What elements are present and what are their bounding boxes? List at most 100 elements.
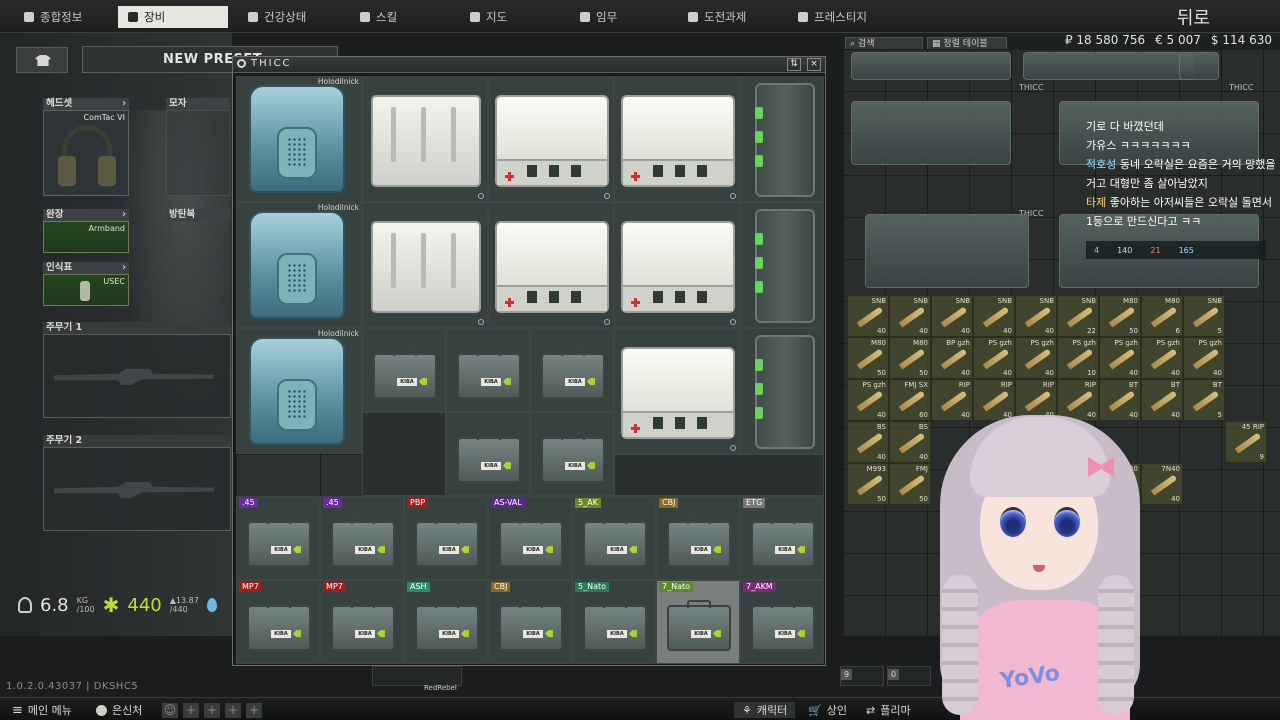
search-icon[interactable] [237,59,246,68]
tall-case-item[interactable] [740,76,824,202]
main-menu-button[interactable]: ≡ 메인 메뉴 [12,702,72,718]
ammo-crate-item[interactable] [362,76,488,202]
primary-weapon-slot[interactable] [43,334,231,418]
ammo-stack[interactable]: M80 50 [847,337,889,379]
ammo-stack[interactable]: M80 6 [1141,295,1183,337]
tab-health[interactable]: 건강상태 [238,6,316,28]
ammo-box-item[interactable]: MP7 KIBA [320,580,404,664]
ammo-stack[interactable]: SNB 5 [1183,295,1225,337]
dogtag-slot[interactable]: USEC [43,274,129,306]
empty-slot[interactable] [362,412,446,496]
container-grid[interactable]: Holodilnick Holodilnick Holodilnick KIBA KIB… [236,76,824,664]
empty-slot[interactable] [614,454,824,496]
tab-gear[interactable]: 장비 [118,6,228,28]
hideout-button[interactable]: 은신처 [96,702,142,718]
ammo-stack[interactable]: PS gzh 40 [847,379,889,421]
quick-slot-9[interactable]: 9 [840,666,884,686]
stash-crate[interactable] [865,214,1029,288]
preset-icon[interactable]: ☺ [162,702,178,718]
ammo-box-item[interactable]: KIBA [446,412,530,496]
ammo-crate-item[interactable] [362,202,488,328]
stash-crate[interactable] [1023,52,1193,80]
weight-value: 6.8 [40,594,69,616]
ammo-box-item[interactable]: 7_AKM KIBA [740,580,824,664]
medical-case-item[interactable] [614,202,740,328]
medical-case-item[interactable] [614,76,740,202]
ammo-stack[interactable]: M80 50 [889,337,931,379]
ammo-box-item[interactable]: KIBA [530,412,614,496]
ammo-box-item[interactable]: AS-VAL KIBA [488,496,572,580]
ammo-stack[interactable]: M993 50 [847,463,889,505]
medical-case-item[interactable] [614,328,740,454]
ammo-box-item[interactable]: KIBA [446,328,530,412]
ammo-stack[interactable]: PS gzh 40 [1183,337,1225,379]
back-label[interactable]: 뒤로 [1177,4,1210,30]
ammo-stack[interactable]: SNB 40 [1015,295,1057,337]
secondary-weapon-slot[interactable] [43,447,231,531]
headset-slot-label: 헤드셋 › [43,98,129,110]
ammo-stack[interactable]: BS 40 [847,421,889,463]
stash-crate[interactable] [851,52,1011,80]
medical-case-item[interactable] [488,202,614,328]
character-button[interactable]: ⚘ 캐릭터 [734,702,796,718]
tab-skills[interactable]: 스킬 [350,6,407,28]
ammo-box-item[interactable]: KIBA [530,328,614,412]
ammo-box-item[interactable]: ETG KIBA [740,496,824,580]
stash-crate[interactable] [851,101,1011,165]
tab-achievements[interactable]: 도전과제 [678,6,756,28]
ammo-box-item[interactable]: 7_Nato KIBA [656,580,740,664]
close-icon[interactable]: × [807,58,821,71]
traders-button[interactable]: 🛒 상인 [808,702,847,718]
armband-slot[interactable]: Armband [43,221,129,253]
tab-map[interactable]: 지도 [460,6,517,28]
ammo-box-item[interactable]: ASH KIBA [404,580,488,664]
holodilnick-item[interactable]: Holodilnick [236,76,362,202]
holodilnick-item[interactable]: Holodilnick [236,202,362,328]
ammo-stack[interactable]: M80 50 [1099,295,1141,337]
ammo-box-item[interactable]: CBJ KIBA [488,580,572,664]
ammo-stack[interactable]: BP gzh 40 [931,337,973,379]
ammo-stack[interactable]: 45 RIP 9 [1225,421,1267,463]
ammo-box-item[interactable]: .45 KIBA [320,496,404,580]
tall-case-item[interactable] [740,202,824,328]
container-titlebar[interactable]: THICC ⇅ × [233,57,825,73]
quick-slot[interactable] [372,666,462,686]
tall-case-item[interactable] [740,328,824,454]
flea-market-button[interactable]: ⇄ 플리마 [866,702,911,718]
tab-tasks[interactable]: 임무 [570,6,627,28]
holodilnick-item[interactable]: Holodilnick [236,328,362,454]
character-stats: 6.8 KG /100 ✱ 440 ▲13.87 /440 [18,590,217,620]
ammo-count: 40 [1003,369,1012,377]
add-preset-button[interactable]: + [183,702,199,718]
ammo-box-item[interactable]: 5_Nato KIBA [572,580,656,664]
ammo-stack[interactable]: SNB 22 [1057,295,1099,337]
medical-case-item[interactable] [488,76,614,202]
ammo-box-item[interactable]: PBP KIBA [404,496,488,580]
ammo-box-item[interactable]: KIBA [362,328,446,412]
ammo-stack[interactable]: PS gzh 40 [1015,337,1057,379]
sort-icon[interactable]: ⇅ [787,58,801,71]
ammo-box-item[interactable]: MP7 KIBA [236,580,320,664]
ammo-box-item[interactable]: CBJ KIBA [656,496,740,580]
tab-overview[interactable]: 종합정보 [14,6,92,28]
ammo-stack[interactable]: SNB 40 [889,295,931,337]
ammo-stack[interactable]: SNB 40 [847,295,889,337]
add-preset-button[interactable]: + [204,702,220,718]
ammo-stack[interactable]: PS gzh 40 [973,337,1015,379]
ammo-box-tag: AS-VAL [491,498,525,508]
helmet-slot[interactable] [166,110,230,196]
ammo-stack[interactable]: PS gzh 40 [1099,337,1141,379]
add-preset-button[interactable]: + [246,702,262,718]
ammo-stack[interactable]: PS gzh 10 [1057,337,1099,379]
add-preset-button[interactable]: + [225,702,241,718]
ammo-stack[interactable]: SNB 40 [973,295,1015,337]
ammo-box-item[interactable]: 5_AK KIBA [572,496,656,580]
ammo-stack[interactable]: SNB 40 [931,295,973,337]
tab-prestige[interactable]: 프레스티지 [788,6,877,28]
headset-slot[interactable]: ComTac VI [43,110,129,196]
ammo-stack[interactable]: PS gzh 40 [1141,337,1183,379]
preset-button[interactable] [16,47,68,73]
stash-crate[interactable] [1179,52,1219,80]
ammo-stack[interactable]: BT 5 [1183,379,1225,421]
ammo-box-item[interactable]: .45 KIBA [236,496,320,580]
